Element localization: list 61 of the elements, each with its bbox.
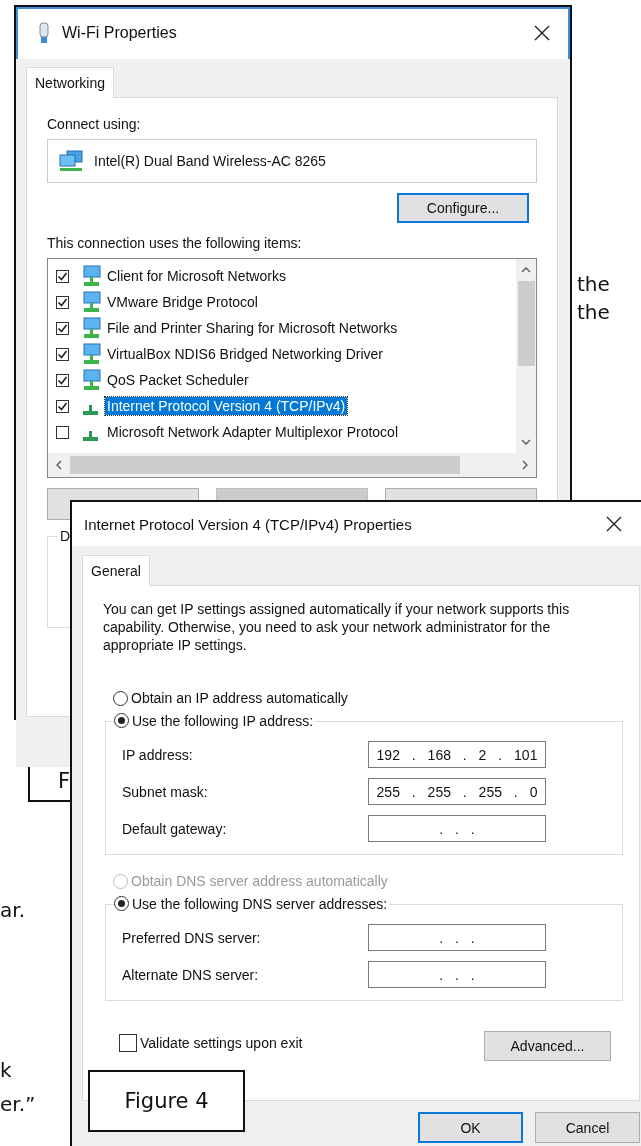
field-label: IP address: — [122, 746, 193, 763]
checkbox[interactable] — [56, 269, 69, 283]
document-text: the — [577, 300, 610, 324]
radio-label[interactable]: Use the following DNS server addresses: — [132, 895, 388, 912]
advanced-button[interactable]: Advanced... — [484, 1031, 611, 1061]
network-computers-icon — [58, 150, 84, 172]
configure-button[interactable]: Configure... — [397, 193, 529, 223]
items-label: This connection uses the following items: — [47, 235, 303, 251]
dialog-button[interactable]: Cancel — [535, 1112, 640, 1143]
document-text: k — [0, 1058, 12, 1082]
document-text: ar. — [0, 898, 25, 922]
chevron-down-icon[interactable] — [521, 439, 531, 445]
adapter-name: Intel(R) Dual Band Wireless-AC 8265 — [94, 153, 326, 169]
ip-address-field[interactable]: . . . — [368, 924, 546, 951]
ip-address-field[interactable]: 192 . 168 . 2 . 101 — [368, 741, 546, 768]
checkbox-label[interactable]: Validate settings upon exit — [140, 1035, 303, 1051]
horizontal-scrollbar[interactable] — [48, 453, 536, 477]
list-item[interactable]: Client for Microsoft Networks — [105, 267, 288, 285]
dialog-button[interactable]: OK — [418, 1112, 523, 1143]
tab[interactable]: Networking — [26, 67, 115, 98]
checkbox[interactable] — [119, 1034, 137, 1052]
checkbox[interactable] — [56, 399, 69, 413]
list-item[interactable]: File and Printer Sharing for Microsoft Networks — [105, 319, 400, 337]
radio-button[interactable] — [114, 896, 129, 911]
ip-address-field[interactable]: . . . — [368, 961, 546, 988]
checkbox[interactable] — [56, 373, 69, 387]
chevron-right-icon[interactable] — [522, 460, 528, 470]
radio-label[interactable]: Obtain an IP address automatically — [131, 690, 348, 706]
list-item[interactable]: VirtualBox NDIS6 Bridged Networking Driver — [105, 345, 385, 363]
figure-caption: Figure 4 — [88, 1070, 245, 1132]
list-item[interactable]: Microsoft Network Adapter Multiplexor Protocol — [105, 423, 400, 441]
document-text: er.” — [0, 1092, 36, 1116]
field-label: Preferred DNS server: — [122, 929, 261, 946]
window-title: Wi-Fi Properties — [62, 24, 178, 42]
checkbox[interactable] — [56, 347, 69, 361]
radio-button[interactable] — [114, 713, 129, 728]
list-item[interactable]: VMware Bridge Protocol — [105, 293, 260, 311]
checkbox[interactable] — [56, 295, 69, 309]
chevron-left-icon[interactable] — [56, 460, 62, 470]
close-icon[interactable] — [606, 516, 622, 532]
close-icon[interactable] — [534, 25, 550, 41]
ip-address-field[interactable]: . . . — [368, 815, 546, 842]
checkbox[interactable] — [56, 425, 69, 439]
description-text: You can get IP settings assigned automatically if your network supports this capability. Otherwise, you need to ask your network administrator for the appropriate IP settings. — [103, 600, 571, 654]
vertical-scrollbar[interactable] — [516, 259, 536, 453]
checkbox[interactable] — [56, 321, 69, 335]
list-item[interactable]: Internet Protocol Version 4 (TCP/IPv4) — [105, 397, 348, 415]
radio-button[interactable] — [113, 690, 128, 706]
connect-using-label: Connect using: — [47, 116, 142, 132]
ip-address-field[interactable]: 255 . 255 . 255 . 0 — [368, 778, 546, 805]
network-protocol-icon — [83, 431, 98, 441]
list-item[interactable]: QoS Packet Scheduler — [105, 371, 251, 389]
field-label: Alternate DNS server: — [122, 966, 259, 983]
radio-label[interactable]: Use the following IP address: — [132, 712, 314, 729]
field-label: Default gateway: — [122, 820, 227, 837]
network-protocol-icon — [83, 405, 98, 415]
chevron-up-icon[interactable] — [521, 267, 531, 273]
tab[interactable]: General — [82, 555, 150, 586]
document-text: the — [577, 272, 610, 296]
window-title: Internet Protocol Version 4 (TCP/IPv4) Properties — [84, 515, 413, 533]
network-adapter-icon — [38, 22, 50, 44]
